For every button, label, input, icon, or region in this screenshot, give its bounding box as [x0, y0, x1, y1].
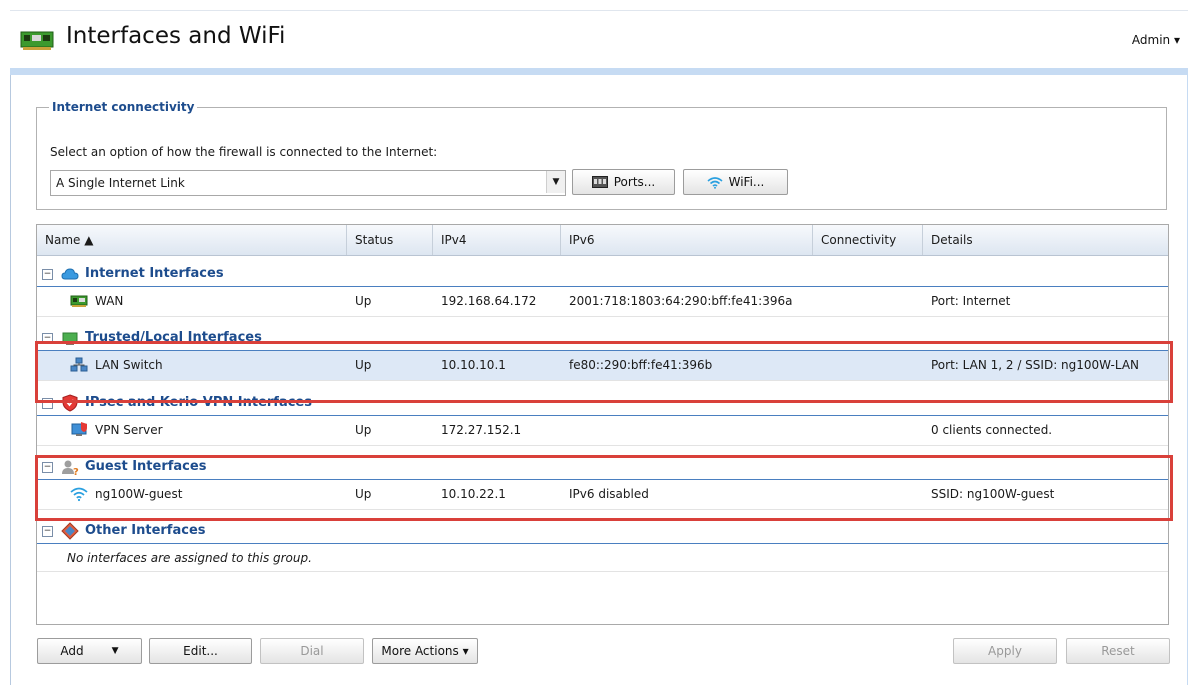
group-internet-interfaces[interactable]: − Internet Interfaces — [37, 262, 1168, 287]
wifi-button-label: WiFi... — [728, 175, 765, 189]
column-header-ipv6[interactable]: IPv6 — [561, 225, 813, 255]
empty-group-message: No interfaces are assigned to this group… — [67, 551, 312, 565]
edit-button-label: Edit... — [183, 644, 218, 658]
network-card-icon — [70, 295, 88, 307]
add-button[interactable]: Add ▼ — [37, 638, 142, 664]
internet-connectivity-legend: Internet connectivity — [52, 100, 195, 114]
ports-button[interactable]: Ports... — [572, 169, 675, 195]
reset-button-label: Reset — [1101, 644, 1135, 658]
cloud-icon — [61, 268, 79, 280]
interface-status: Up — [355, 423, 372, 437]
highlight-box-guest — [35, 455, 1173, 521]
dial-button-label: Dial — [300, 644, 324, 658]
user-menu[interactable]: Admin ▾ — [1132, 33, 1180, 47]
column-header-status[interactable]: Status — [347, 225, 433, 255]
empty-group-row: No interfaces are assigned to this group… — [37, 544, 1168, 572]
apply-button[interactable]: Apply — [953, 638, 1057, 664]
column-header-name[interactable]: Name ▲ — [37, 225, 347, 255]
interface-name: VPN Server — [95, 423, 163, 437]
apply-button-label: Apply — [988, 644, 1022, 658]
page-title: Interfaces and WiFi — [66, 23, 286, 49]
interfaces-table: Name ▲ Status IPv4 IPv6 Connectivity Det… — [36, 224, 1169, 625]
wifi-button[interactable]: WiFi... — [683, 169, 788, 195]
column-header-details[interactable]: Details — [923, 225, 1168, 255]
connectivity-prompt: Select an option of how the firewall is … — [50, 145, 438, 159]
vpn-server-icon — [71, 422, 87, 436]
table-header: Name ▲ Status IPv4 IPv6 Connectivity Det… — [37, 225, 1168, 256]
table-row-wan[interactable]: WAN Up 192.168.64.172 2001:718:1803:64:2… — [37, 287, 1168, 317]
interface-details: Port: Internet — [931, 294, 1011, 308]
connectivity-type-value: A Single Internet Link — [56, 176, 185, 190]
interface-status: Up — [355, 294, 372, 308]
other-interfaces-icon — [61, 522, 79, 540]
page-header: Interfaces and WiFi Admin ▾ — [10, 10, 1188, 69]
interface-ipv6: 2001:718:1803:64:290:bff:fe41:396a — [569, 294, 793, 308]
chevron-down-icon[interactable]: ▼ — [112, 646, 119, 656]
group-other-interfaces[interactable]: − Other Interfaces — [37, 519, 1168, 544]
interface-ipv4: 192.168.64.172 — [441, 294, 537, 308]
interface-name: WAN — [95, 294, 124, 308]
highlight-box-trusted-local — [35, 341, 1173, 403]
reset-button[interactable]: Reset — [1066, 638, 1170, 664]
collapse-toggle[interactable]: − — [42, 269, 53, 280]
edit-button[interactable]: Edit... — [149, 638, 252, 664]
connectivity-type-select[interactable]: A Single Internet Link ▼ — [50, 170, 566, 196]
column-header-connectivity[interactable]: Connectivity — [813, 225, 923, 255]
dial-button[interactable]: Dial — [260, 638, 364, 664]
group-label: Internet Interfaces — [85, 266, 224, 281]
more-actions-button[interactable]: More Actions ▾ — [372, 638, 478, 664]
group-label: Other Interfaces — [85, 523, 206, 538]
interface-details: 0 clients connected. — [931, 423, 1053, 437]
interface-ipv4: 172.27.152.1 — [441, 423, 522, 437]
internet-connectivity-group: Internet connectivity Select an option o… — [36, 100, 1167, 210]
content-area: Internet connectivity Select an option o… — [10, 75, 1187, 685]
more-actions-button-label: More Actions ▾ — [381, 644, 469, 658]
add-button-label: Add — [60, 644, 84, 658]
ports-button-label: Ports... — [613, 175, 656, 189]
ports-icon — [591, 176, 608, 188]
table-row-vpn-server[interactable]: VPN Server Up 172.27.152.1 0 clients con… — [37, 416, 1168, 446]
network-card-icon — [20, 31, 54, 50]
collapse-toggle[interactable]: − — [42, 526, 53, 537]
wifi-icon — [707, 176, 723, 189]
chevron-down-icon[interactable]: ▼ — [546, 171, 565, 193]
column-header-ipv4[interactable]: IPv4 — [433, 225, 561, 255]
